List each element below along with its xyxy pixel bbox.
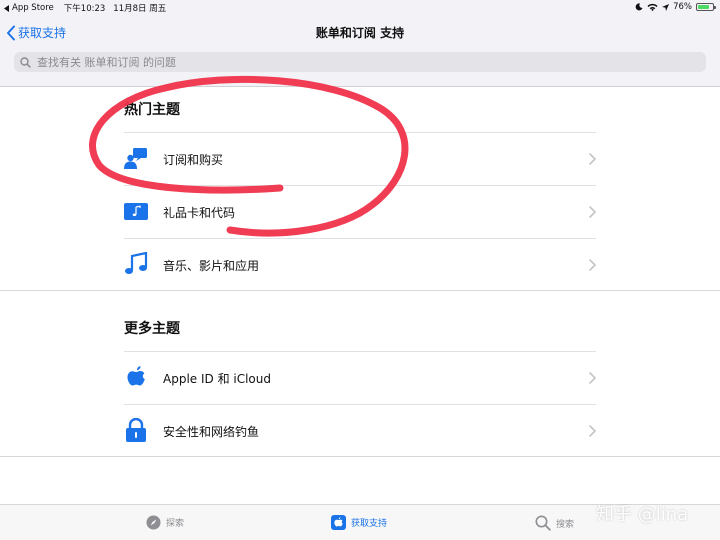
page-title: 账单和订阅 支持 xyxy=(315,26,405,40)
topic-label: Apple ID 和 iCloud xyxy=(163,372,271,386)
nav-bar: 获取支持 账单和订阅 支持 xyxy=(0,14,720,50)
battery-icon xyxy=(696,3,716,11)
status-right: 76% xyxy=(635,2,716,12)
battery-percent: 76% xyxy=(673,2,692,12)
section-title-popular: 热门主题 xyxy=(124,102,180,118)
search-icon xyxy=(20,56,31,68)
back-to-app-link[interactable]: App Store xyxy=(4,3,54,13)
tab-search[interactable]: 搜索 xyxy=(535,515,574,531)
topic-label: 音乐、影片和应用 xyxy=(163,259,260,273)
topic-label: 安全性和网络钓鱼 xyxy=(163,425,260,439)
chevron-right-icon xyxy=(589,425,596,437)
location-icon xyxy=(662,3,670,11)
topic-row-subscriptions[interactable]: 订阅和购买 xyxy=(124,133,596,185)
apple-icon xyxy=(127,366,145,386)
tab-explore[interactable]: 探索 xyxy=(146,515,184,530)
section-divider xyxy=(0,456,720,457)
status-bar: App Store 下午10:23 11月8日 周五 76% xyxy=(0,0,720,14)
apple-support-icon xyxy=(331,515,346,530)
chevron-right-icon xyxy=(589,259,596,271)
search-placeholder: 查找有关 账单和订阅 的问题 xyxy=(37,56,176,69)
music-note-icon xyxy=(125,252,148,274)
topic-row-gift-cards[interactable]: 礼品卡和代码 xyxy=(124,186,596,238)
tab-label: 获取支持 xyxy=(351,519,388,529)
watermark: 知乎 @lina xyxy=(596,504,689,525)
person-chat-icon xyxy=(124,148,147,169)
search-icon xyxy=(535,515,551,531)
section-title-more: 更多主题 xyxy=(124,321,180,337)
topic-label: 订阅和购买 xyxy=(163,153,224,167)
chevron-right-icon xyxy=(589,153,596,165)
section-divider xyxy=(0,290,720,291)
tab-get-support[interactable]: 获取支持 xyxy=(331,515,387,530)
chevron-right-icon xyxy=(589,206,596,218)
compass-icon xyxy=(146,515,161,530)
chevron-right-icon xyxy=(589,372,596,384)
moon-icon xyxy=(635,3,643,11)
tab-label: 搜索 xyxy=(556,519,575,530)
topic-row-security[interactable]: 安全性和网络钓鱼 xyxy=(124,405,596,457)
back-app-label: App Store xyxy=(12,3,54,13)
search-input[interactable]: 查找有关 账单和订阅 的问题 xyxy=(14,52,706,72)
status-time: 下午10:23 xyxy=(63,4,106,14)
topics-content: 热门主题 订阅和购买 礼品卡和代码 音乐、影片和应用 更多主题 Apple ID… xyxy=(0,87,720,504)
wifi-icon xyxy=(647,3,658,11)
tab-label: 探索 xyxy=(166,519,185,529)
topic-row-apple-id[interactable]: Apple ID 和 iCloud xyxy=(124,352,596,404)
lock-icon xyxy=(126,418,146,442)
topic-row-music-apps[interactable]: 音乐、影片和应用 xyxy=(124,239,596,291)
topic-label: 礼品卡和代码 xyxy=(163,206,236,220)
back-triangle-icon xyxy=(4,4,9,12)
status-left: App Store 下午10:23 11月8日 周五 xyxy=(4,2,166,14)
status-date: 11月8日 周五 xyxy=(113,4,167,14)
gift-card-icon xyxy=(124,203,148,220)
